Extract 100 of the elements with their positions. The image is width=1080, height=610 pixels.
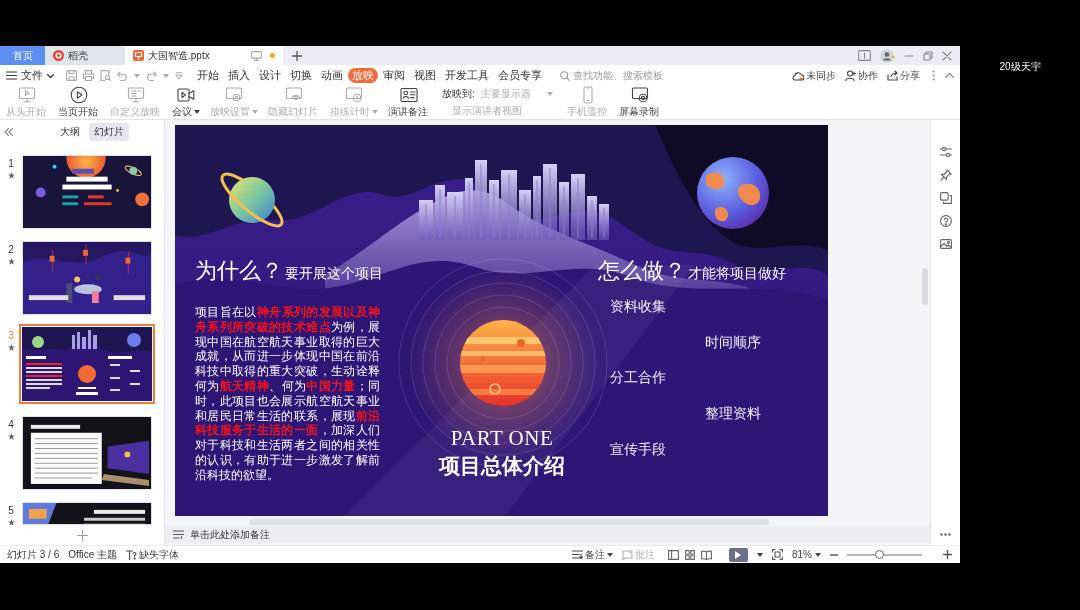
caret-icon (546, 92, 553, 96)
star-icon (7, 344, 15, 351)
notes-lines-icon (173, 530, 184, 539)
play-button[interactable] (729, 547, 748, 562)
panel-tab[interactable]: 大纲 (55, 123, 85, 141)
menu-tab[interactable]: 开发工具 (441, 68, 493, 83)
menu-tab[interactable]: 审阅 (379, 68, 409, 83)
slide-subheading: 要开展这个项目 (285, 264, 383, 282)
star-icon (7, 433, 15, 440)
menu-tab[interactable]: 开始 (193, 68, 223, 83)
grid-view-icon[interactable] (685, 549, 695, 560)
slide-number: 3 (8, 330, 14, 341)
part-title: 项目总体介绍 (439, 453, 565, 479)
star-icon (7, 258, 15, 265)
share-icon (887, 70, 898, 81)
screen-gear-icon (225, 86, 243, 104)
document-tab[interactable]: 大国智造.pptx (125, 46, 283, 65)
search-icon (560, 70, 570, 81)
part-label: PART ONE (450, 426, 554, 450)
slide-number: 2 (8, 244, 14, 255)
slide-paragraph: 项目旨在以神舟系列的发展以及神舟系列所突破的技术难点为例，展现中国在航空航天事业取得的巨大成就，从而进一步体现中国在前沿科技中取得的重大突破，生动诠释何为航天精神、何为中国力量；同时，此项目也会展示航空航天事业和居民日常生活的联系，展现前沿科技服务于生活的一面，加深人们对于科技和生活两者之间的相关性的认识，有助于进一步激发了解前沿科技的欲望。 (195, 305, 380, 483)
cloud-icon (792, 70, 804, 81)
participant-name: 20级天宇 (999, 61, 1041, 73)
scrollbar-thumb[interactable] (922, 268, 928, 305)
ribbon-button[interactable]: 会议 (170, 86, 202, 119)
notes-icon (572, 550, 583, 559)
sliders-icon[interactable] (939, 146, 952, 158)
close-icon[interactable] (942, 50, 952, 61)
normal-view-icon[interactable] (668, 549, 679, 560)
slide-thumbnail[interactable] (19, 324, 155, 404)
undo-icon[interactable] (117, 70, 128, 81)
slider-handle[interactable] (875, 549, 885, 559)
more-icon[interactable] (932, 70, 935, 81)
monitor-icon[interactable] (251, 50, 262, 61)
file-menu-button[interactable]: 文件 (6, 66, 54, 85)
save-icon[interactable] (66, 70, 77, 81)
window-count-icon[interactable] (858, 50, 871, 61)
document-tab[interactable]: 稻壳 (45, 46, 125, 65)
print-icon[interactable] (83, 70, 94, 81)
notes-field[interactable]: 单击此处添加备注 (165, 526, 930, 543)
status-button[interactable]: 备注 (572, 547, 613, 562)
menu-tab[interactable]: 插入 (224, 68, 254, 83)
zoom-slider[interactable] (847, 553, 922, 556)
zoom-in-icon[interactable] (943, 550, 952, 559)
search-field[interactable]: 查找功能、搜索模板 (560, 67, 669, 84)
theme-name: Office 主题 (68, 547, 117, 562)
collapse-icon[interactable] (4, 128, 13, 136)
menu-icon (6, 71, 17, 80)
screen-clock-icon (345, 86, 363, 104)
slide-number: 5 (8, 505, 14, 516)
output-label: 放映到: (442, 88, 475, 100)
reading-view-icon[interactable] (701, 549, 712, 560)
customize-icon[interactable] (175, 71, 183, 80)
play-circle-icon (70, 86, 88, 104)
menu-tab[interactable]: 视图 (410, 68, 440, 83)
slide-counter: 幻灯片 3 / 6 (7, 547, 60, 562)
ribbon-button[interactable]: 屏幕录制 (616, 86, 663, 119)
restore-icon[interactable] (923, 50, 933, 61)
chevron-up-icon[interactable] (945, 73, 954, 78)
docer-logo-icon (53, 50, 64, 61)
person-icon (845, 70, 856, 81)
screen-list-icon (127, 86, 145, 104)
add-slide-icon[interactable] (76, 529, 88, 541)
screen-record-icon (630, 86, 649, 104)
fit-window-icon[interactable] (772, 549, 783, 560)
plus-icon[interactable] (292, 50, 302, 61)
pin-icon[interactable] (939, 169, 952, 181)
chevron-down-icon (47, 73, 54, 78)
presenter-icon (400, 86, 418, 104)
star-icon (7, 519, 15, 525)
star-icon (7, 172, 15, 179)
redo-icon[interactable] (146, 70, 157, 81)
slide-number: 4 (8, 419, 14, 430)
more-horizontal-icon[interactable] (940, 533, 951, 536)
avatar-icon[interactable] (880, 48, 895, 63)
menu-tab[interactable]: 切换 (286, 68, 316, 83)
caret-icon[interactable] (757, 552, 763, 557)
ribbon-button[interactable]: 演讲备注 (386, 86, 432, 119)
menu-tab[interactable]: 会员专享 (494, 68, 546, 83)
missing-fonts-button[interactable]: 缺失字体 (125, 547, 179, 562)
menu-tab[interactable]: 设计 (255, 68, 285, 83)
menu-tab[interactable]: 动画 (317, 68, 347, 83)
screen-play-icon (18, 86, 36, 104)
share-button[interactable]: 分享 (887, 68, 920, 83)
print-preview-icon[interactable] (100, 70, 111, 81)
slide-heading: 怎么做？ (598, 257, 686, 285)
play-icon (735, 550, 742, 559)
panel-tab[interactable]: 幻灯片 (89, 123, 129, 141)
collaborate-button[interactable]: 协作 (845, 68, 878, 83)
comment-icon (622, 549, 633, 560)
ribbon-button[interactable]: 当页开始 (56, 86, 102, 119)
presentation-file-icon (133, 50, 144, 61)
sync-button[interactable]: 未同步 (792, 68, 836, 83)
help-icon[interactable] (939, 215, 952, 227)
zoom-level-button[interactable]: 81% (792, 549, 821, 560)
image-icon[interactable] (939, 238, 952, 250)
copy-icon[interactable] (939, 192, 952, 204)
video-camera-icon (177, 86, 195, 104)
caret-icon (815, 552, 821, 557)
slide-number: 1 (8, 158, 14, 169)
